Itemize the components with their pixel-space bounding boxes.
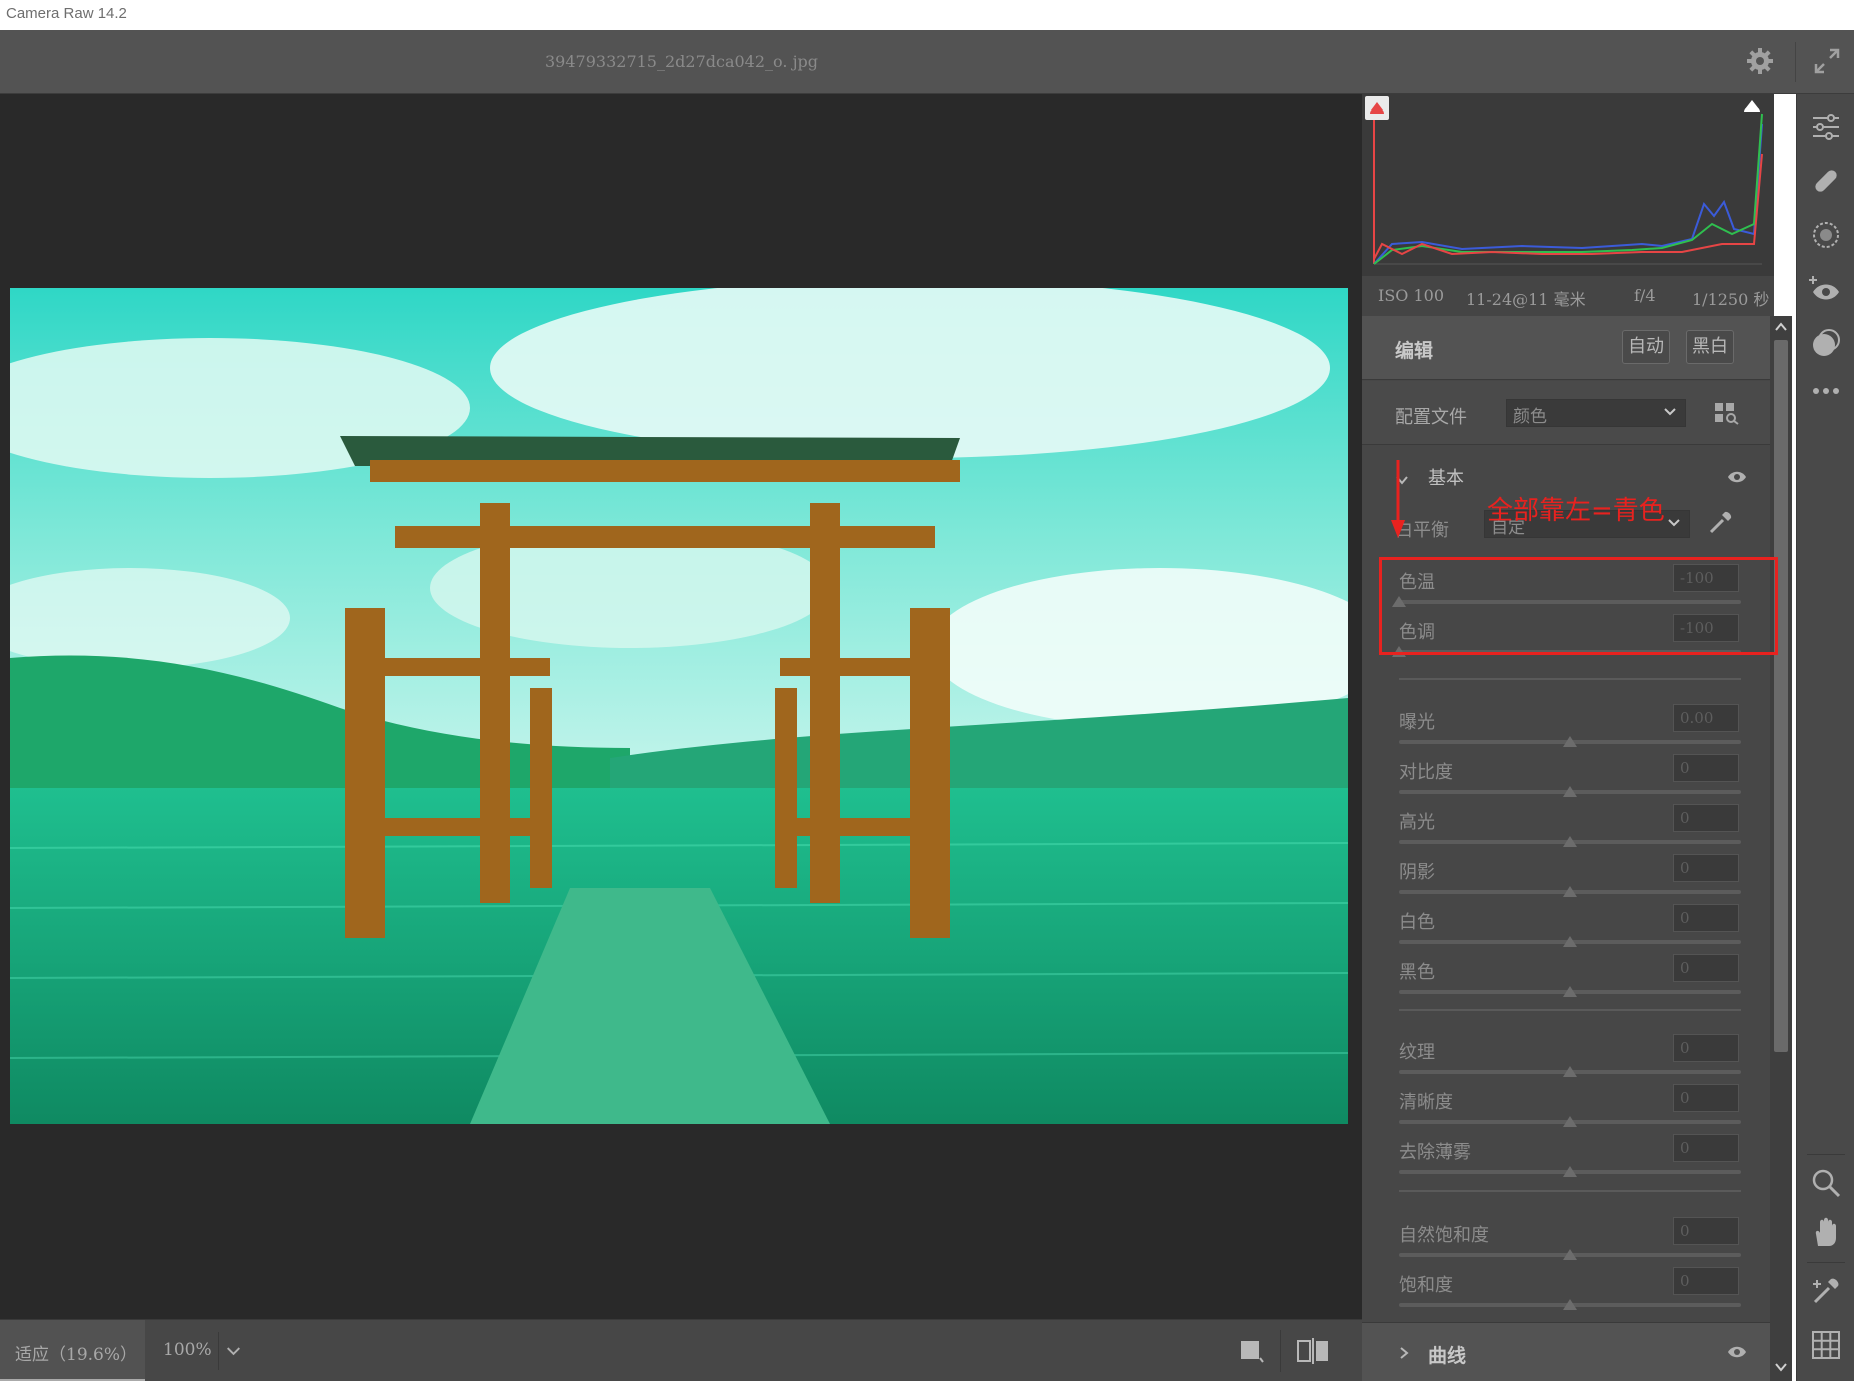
slider-thumb[interactable] xyxy=(1563,786,1577,797)
black-white-button[interactable]: 黑白 xyxy=(1686,330,1734,364)
slider-value[interactable]: 0 xyxy=(1673,1217,1739,1245)
slider-value[interactable]: 0.00 xyxy=(1673,704,1739,732)
slider-value[interactable]: 0 xyxy=(1673,854,1739,882)
slider-value[interactable]: 0 xyxy=(1673,904,1739,932)
curve-header[interactable]: 曲线 xyxy=(1362,1322,1770,1381)
slider-label: 白色 xyxy=(1399,912,1435,933)
gear-icon[interactable] xyxy=(1745,46,1775,76)
exif-shutter: 1/1250 秒 xyxy=(1692,290,1770,309)
before-after-icon[interactable] xyxy=(1296,1338,1330,1364)
slider-value[interactable]: 0 xyxy=(1673,1134,1739,1162)
exif-lens: 11-24@11 毫米 xyxy=(1466,290,1586,309)
eyedropper-icon[interactable] xyxy=(1707,510,1733,536)
slider-value[interactable]: 0 xyxy=(1673,1267,1739,1295)
section-divider xyxy=(1399,1009,1741,1011)
zoom-icon[interactable] xyxy=(1809,1166,1843,1200)
slider-thumb[interactable] xyxy=(1563,1166,1577,1177)
edit-title: 编辑 xyxy=(1395,340,1434,362)
exif-iso: ISO 100 xyxy=(1378,286,1445,305)
basic-title[interactable]: 基本 xyxy=(1428,464,1464,490)
grid-icon[interactable] xyxy=(1809,1328,1843,1362)
bottom-bar: 适应（19.6%） 100% xyxy=(0,1319,1362,1382)
eye-icon[interactable] xyxy=(1727,470,1747,484)
curve-title[interactable]: 曲线 xyxy=(1428,1341,1466,1368)
chevron-down-icon xyxy=(1664,408,1676,416)
profile-value: 颜色 xyxy=(1513,407,1547,427)
slider-value[interactable]: 0 xyxy=(1673,804,1739,832)
mask-icon[interactable] xyxy=(1809,218,1843,252)
profile-select[interactable]: 颜色 xyxy=(1506,399,1686,427)
expand-icon[interactable] xyxy=(1812,46,1842,76)
slider-label: 黑色 xyxy=(1399,962,1435,983)
profile-row: 配置文件 颜色 xyxy=(1362,381,1770,445)
bottom-divider xyxy=(1280,1330,1281,1372)
slider-label: 阴影 xyxy=(1399,862,1435,883)
slider-label: 纹理 xyxy=(1399,1042,1435,1063)
zoom-100-button[interactable]: 100% xyxy=(163,1340,212,1360)
slider-value[interactable]: 0 xyxy=(1673,1034,1739,1062)
top-header: 39479332715_2d27dca042_o. jpg xyxy=(0,30,1854,94)
slider-thumb[interactable] xyxy=(1563,1249,1577,1260)
header-divider xyxy=(1795,42,1796,82)
file-name: 39479332715_2d27dca042_o. jpg xyxy=(545,52,819,71)
window-titlebar: Camera Raw 14.2 xyxy=(0,0,1854,30)
slider-thumb[interactable] xyxy=(1563,1116,1577,1127)
slider-thumb[interactable] xyxy=(1563,836,1577,847)
grid-search-icon[interactable] xyxy=(1714,401,1740,425)
exif-info: ISO 100 11-24@11 毫米 f/4 1/1250 秒 xyxy=(1362,276,1774,316)
chevron-right-icon[interactable] xyxy=(1396,1345,1412,1361)
photo-preview xyxy=(10,288,1348,1124)
auto-button[interactable]: 自动 xyxy=(1622,330,1670,364)
sliders-icon[interactable] xyxy=(1809,110,1843,144)
chevron-down-icon xyxy=(1668,519,1680,527)
histogram xyxy=(1362,94,1774,276)
slider-value[interactable]: 0 xyxy=(1673,754,1739,782)
bandage-icon[interactable] xyxy=(1809,164,1843,198)
slider-label: 高光 xyxy=(1399,812,1435,833)
window-bottom-edge xyxy=(0,1381,1854,1395)
app-title: Camera Raw 14.2 xyxy=(6,5,127,22)
zoom-fit-button[interactable]: 适应（19.6%） xyxy=(0,1320,145,1382)
section-divider xyxy=(1399,678,1741,680)
tool-strip xyxy=(1796,94,1854,1381)
chevron-up-icon[interactable] xyxy=(1774,320,1788,334)
toolbar-divider xyxy=(1807,1262,1845,1263)
chevron-down-icon[interactable] xyxy=(218,1332,248,1370)
slider-label: 对比度 xyxy=(1399,762,1453,783)
slider-label: 自然饱和度 xyxy=(1399,1225,1489,1246)
toolbar-divider xyxy=(1807,1154,1845,1155)
profile-label: 配置文件 xyxy=(1395,407,1467,428)
slider-label: 曝光 xyxy=(1399,712,1435,733)
eye-icon[interactable] xyxy=(1727,1345,1747,1359)
panel-scroll-thumb[interactable] xyxy=(1774,340,1788,1052)
slider-label: 饱和度 xyxy=(1399,1275,1453,1296)
redeye-icon[interactable] xyxy=(1809,272,1843,306)
slider-label: 清晰度 xyxy=(1399,1092,1453,1113)
section-divider xyxy=(1399,1190,1741,1192)
slider-thumb[interactable] xyxy=(1563,1066,1577,1077)
edit-header: 编辑 自动 黑白 xyxy=(1362,316,1770,380)
slider-thumb[interactable] xyxy=(1563,886,1577,897)
slider-value[interactable]: 0 xyxy=(1673,954,1739,982)
color-sampler-icon[interactable] xyxy=(1809,1274,1843,1308)
slider-value[interactable]: 0 xyxy=(1673,1084,1739,1112)
annotation-arrow xyxy=(1391,460,1405,538)
chevron-down-icon[interactable] xyxy=(1774,1360,1788,1374)
exif-aperture: f/4 xyxy=(1634,286,1656,305)
hand-icon[interactable] xyxy=(1809,1216,1843,1250)
annotation-highlight-box xyxy=(1379,557,1778,655)
slider-thumb[interactable] xyxy=(1563,936,1577,947)
image-canvas[interactable] xyxy=(0,94,1362,1319)
presets-icon[interactable] xyxy=(1809,326,1843,360)
more-icon[interactable] xyxy=(1809,374,1843,408)
slider-thumb[interactable] xyxy=(1563,1299,1577,1310)
single-view-icon[interactable] xyxy=(1238,1338,1266,1364)
slider-thumb[interactable] xyxy=(1563,736,1577,747)
annotation-text: 全部靠左=青色 xyxy=(1487,496,1665,526)
slider-label: 去除薄雾 xyxy=(1399,1142,1471,1163)
slider-thumb[interactable] xyxy=(1563,986,1577,997)
